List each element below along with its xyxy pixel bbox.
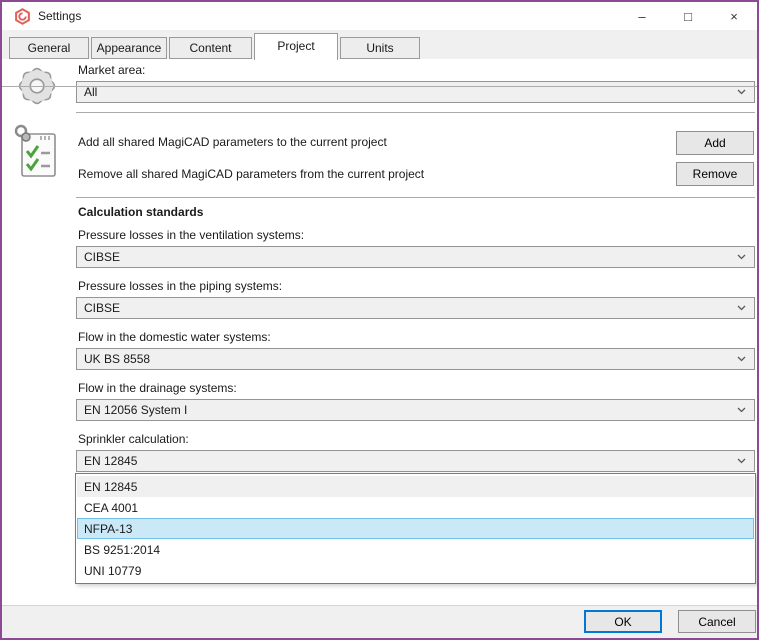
maximize-button[interactable]: □ [665,2,711,30]
remove-parameters-text: Remove all shared MagiCAD parameters fro… [78,167,424,181]
tab-strip: General Appearance Content Project Units [2,30,757,59]
dialog-footer: OK Cancel [2,605,757,638]
piping-pressure-dropdown[interactable]: CIBSE [76,297,755,319]
tab-appearance[interactable]: Appearance [91,37,167,59]
separator [76,112,755,113]
domestic-water-flow-value: UK BS 8558 [84,352,150,366]
market-area-dropdown[interactable]: All [76,81,755,103]
chevron-down-icon [737,89,746,95]
chevron-down-icon [737,254,746,260]
add-parameters-text: Add all shared MagiCAD parameters to the… [78,135,387,149]
titlebar: Settings – □ × [2,2,757,30]
ventilation-pressure-dropdown[interactable]: CIBSE [76,246,755,268]
ventilation-pressure-label: Pressure losses in the ventilation syste… [78,228,304,242]
option-cea-4001[interactable]: CEA 4001 [77,497,754,518]
option-uni-10779[interactable]: UNI 10779 [77,560,754,581]
market-area-value: All [84,85,97,99]
chevron-down-icon [737,458,746,464]
sprinkler-options-list: EN 12845 CEA 4001 NFPA-13 BS 9251:2014 U… [75,473,756,584]
window-title: Settings [38,9,81,23]
option-bs-9251-2014[interactable]: BS 9251:2014 [77,539,754,560]
cancel-button[interactable]: Cancel [678,610,756,633]
checklist-icon [13,123,59,181]
tab-general[interactable]: General [9,37,89,59]
tab-content[interactable]: Content [169,37,252,59]
chevron-down-icon [737,407,746,413]
option-en-12845[interactable]: EN 12845 [77,476,754,497]
sprinkler-calculation-dropdown[interactable]: EN 12845 [76,450,755,472]
magicad-logo-icon [14,8,31,25]
remove-button[interactable]: Remove [676,162,754,186]
piping-pressure-value: CIBSE [84,301,120,315]
ventilation-pressure-value: CIBSE [84,250,120,264]
chevron-down-icon [737,356,746,362]
separator [76,197,755,198]
minimize-button[interactable]: – [619,2,665,30]
settings-dialog: Settings – □ × General Appearance Conten… [0,0,759,640]
domestic-water-flow-dropdown[interactable]: UK BS 8558 [76,348,755,370]
window-controls: – □ × [619,2,757,30]
add-button[interactable]: Add [676,131,754,155]
calculation-standards-heading: Calculation standards [78,205,203,219]
drainage-flow-dropdown[interactable]: EN 12056 System I [76,399,755,421]
tabs: General Appearance Content Project Units [9,33,422,59]
domestic-water-flow-label: Flow in the domestic water systems: [78,330,271,344]
chevron-down-icon [737,305,746,311]
option-nfpa-13[interactable]: NFPA-13 [77,518,754,539]
market-area-label: Market area: [78,63,145,77]
piping-pressure-label: Pressure losses in the piping systems: [78,279,282,293]
drainage-flow-label: Flow in the drainage systems: [78,381,237,395]
tab-project[interactable]: Project [254,33,338,60]
drainage-flow-value: EN 12056 System I [84,403,187,417]
tab-baseline [2,86,757,87]
tab-units[interactable]: Units [340,37,420,59]
sprinkler-calculation-label: Sprinkler calculation: [78,432,189,446]
ok-button[interactable]: OK [584,610,662,633]
close-button[interactable]: × [711,2,757,30]
sprinkler-calculation-value: EN 12845 [84,454,137,468]
